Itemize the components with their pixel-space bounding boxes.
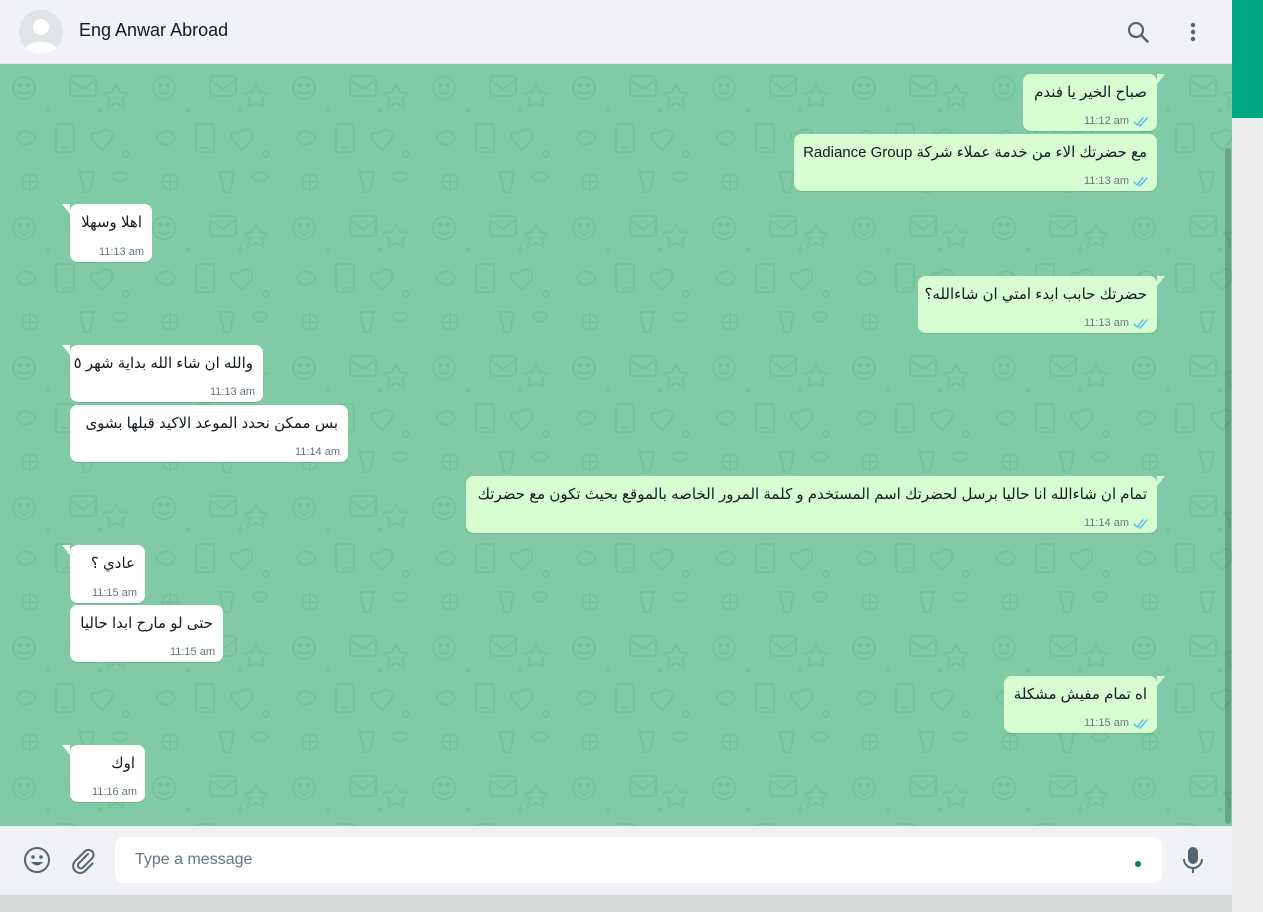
- message-bubble-outgoing[interactable]: اه تمام مفيش مشكلة 11:15 am: [1004, 676, 1165, 733]
- message-bubble-outgoing[interactable]: مع حضرتك الاء من خدمة عملاء شركة Radianc…: [794, 134, 1157, 191]
- message-bubble-incoming[interactable]: بس ممكن نحدد الموعد الاكيد قبلها بشوى 11…: [70, 405, 348, 462]
- message-meta: 11:13 am: [99, 246, 144, 258]
- message-input[interactable]: [115, 837, 1162, 883]
- message-bubble-outgoing[interactable]: تمام ان شاءالله انا حاليا برسل لحضرتك اس…: [466, 476, 1165, 533]
- message-meta: 11:13 am: [1084, 175, 1149, 187]
- message-time: 11:13 am: [1083, 317, 1129, 329]
- message-time: 11:16 am: [91, 786, 137, 798]
- side-panel-edge: [1232, 118, 1263, 912]
- message-text: اوك: [111, 755, 135, 772]
- bubble-tail: [1157, 676, 1165, 686]
- window-bottom-edge: [0, 895, 1232, 912]
- contact-name[interactable]: Eng Anwar Abroad: [79, 20, 228, 41]
- message-time: 11:13 am: [1083, 175, 1129, 187]
- message-text: حتى لو مارح ابدا حاليا: [80, 615, 213, 632]
- message-text: مع حضرتك الاء من خدمة عملاء شركة Radianc…: [803, 144, 1147, 161]
- emoji-icon: [24, 847, 50, 873]
- message-time: 11:15 am: [169, 646, 215, 658]
- attach-icon: [72, 848, 95, 874]
- voice-record-button[interactable]: [1179, 845, 1207, 875]
- attach-button[interactable]: [68, 845, 98, 875]
- contact-avatar[interactable]: [19, 10, 63, 54]
- bubble-tail: [62, 345, 70, 355]
- input-status-dot: [1135, 861, 1141, 867]
- message-text: اهلا وسهلا: [81, 214, 142, 231]
- message-meta: 11:15 am: [92, 587, 137, 599]
- double-check-icon: [1133, 116, 1148, 127]
- bubble-tail: [62, 204, 70, 214]
- message-time: 11:13 am: [98, 246, 144, 258]
- message-text: والله ان شاء الله بداية شهر ٥: [73, 355, 253, 372]
- message-meta: 11:14 am: [1084, 517, 1149, 529]
- message-bubble-incoming[interactable]: عادي ؟ 11:15 am: [62, 545, 145, 603]
- double-check-icon: [1133, 518, 1148, 529]
- message-bubble-incoming[interactable]: حتى لو مارح ابدا حاليا 11:15 am: [70, 605, 223, 662]
- message-time: 11:12 am: [1083, 115, 1129, 127]
- message-text: اه تمام مفيش مشكلة: [1013, 686, 1147, 703]
- message-list[interactable]: صباح الخير يا فندم 11:12 am مع حضرتك الا…: [0, 64, 1232, 826]
- message-bubble-outgoing[interactable]: صباح الخير يا فندم 11:12 am: [1023, 74, 1165, 131]
- message-bubble-outgoing[interactable]: حضرتك حابب ابدء امتي ان شاءالله؟ 11:13 a…: [918, 276, 1165, 333]
- message-text: صباح الخير يا فندم: [1034, 84, 1147, 101]
- message-text: عادي ؟: [90, 555, 135, 572]
- chat-scrollbar[interactable]: [1225, 148, 1231, 824]
- chat-window: Eng Anwar Abroad صباح الخير يا فندم 11:1…: [0, 0, 1232, 895]
- bubble-tail: [1157, 74, 1165, 84]
- message-text: حضرتك حابب ابدء امتي ان شاءالله؟: [924, 286, 1147, 303]
- mic-icon: [1183, 847, 1203, 873]
- bubble-tail: [62, 745, 70, 755]
- message-time: 11:15 am: [91, 587, 137, 599]
- message-meta: 11:15 am: [170, 646, 215, 658]
- message-meta: 11:16 am: [92, 786, 137, 798]
- side-panel-accent: [1232, 0, 1263, 118]
- message-bubble-incoming[interactable]: والله ان شاء الله بداية شهر ٥ 11:13 am: [62, 345, 263, 402]
- message-meta: 11:14 am: [295, 446, 340, 458]
- double-check-icon: [1133, 318, 1148, 329]
- message-meta: 11:13 am: [1084, 317, 1149, 329]
- message-meta: 11:15 am: [1084, 717, 1149, 729]
- message-time: 11:13 am: [209, 386, 255, 398]
- emoji-button[interactable]: [22, 845, 52, 875]
- bubble-tail: [62, 545, 70, 555]
- default-avatar-icon: [19, 10, 63, 54]
- bubble-tail: [1157, 476, 1165, 486]
- message-meta: 11:13 am: [210, 386, 255, 398]
- message-time: 11:14 am: [294, 446, 340, 458]
- message-bubble-incoming[interactable]: اوك 11:16 am: [62, 745, 145, 802]
- message-text: بس ممكن نحدد الموعد الاكيد قبلها بشوى: [85, 415, 338, 432]
- message-time: 11:15 am: [1083, 717, 1129, 729]
- search-button[interactable]: [1122, 16, 1154, 48]
- message-bubble-incoming[interactable]: اهلا وسهلا 11:13 am: [62, 204, 152, 262]
- search-icon: [1127, 21, 1149, 43]
- menu-dots-icon: [1190, 22, 1196, 42]
- double-check-icon: [1133, 718, 1148, 729]
- message-meta: 11:12 am: [1084, 115, 1149, 127]
- double-check-icon: [1133, 176, 1148, 187]
- message-time: 11:14 am: [1083, 517, 1129, 529]
- menu-button[interactable]: [1177, 16, 1209, 48]
- bubble-tail: [1157, 276, 1165, 286]
- message-text: تمام ان شاءالله انا حاليا برسل لحضرتك اس…: [477, 486, 1147, 503]
- chat-header: Eng Anwar Abroad: [0, 0, 1232, 64]
